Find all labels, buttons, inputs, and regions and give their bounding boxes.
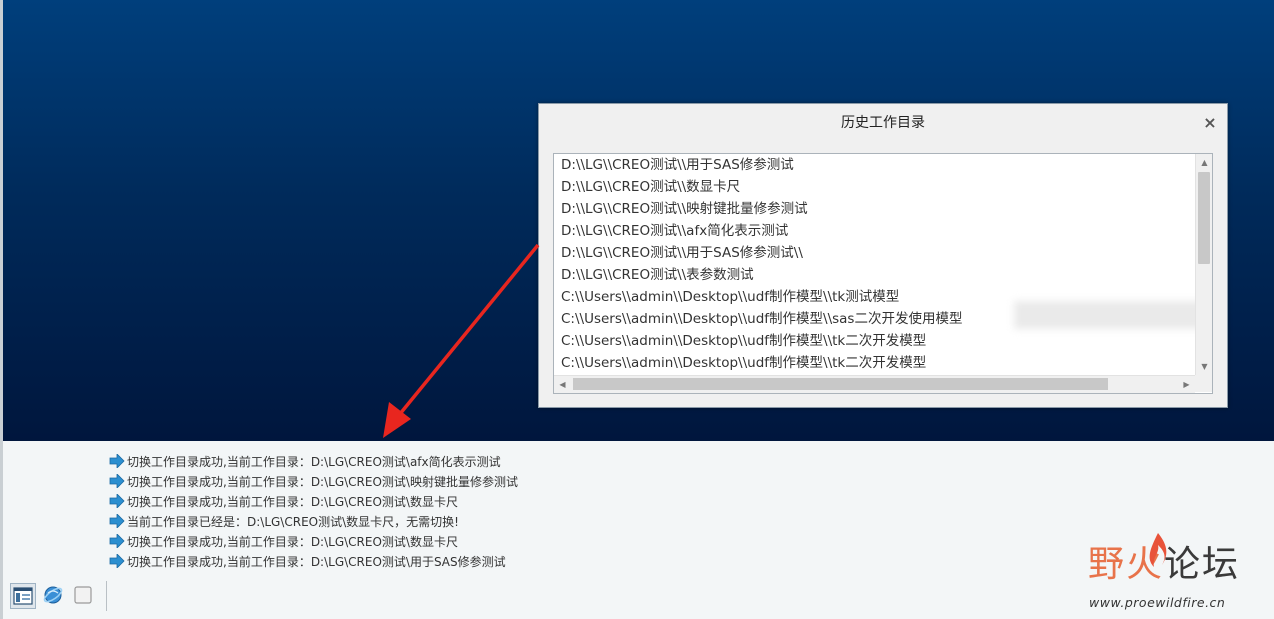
browser-icon[interactable] [41,583,65,607]
horizontal-scrollbar[interactable]: ◀ ▶ [554,375,1195,393]
message-text: 切换工作目录成功,当前工作目录：D:\LG\CREO测试\afx简化表示测试 [127,454,501,469]
list-item[interactable]: C:\\Users\\admin\\Desktop\\udf制作模型\\tk二次… [554,352,1194,374]
watermark-title-part2: 论坛 [1164,544,1241,585]
redaction-blur [1014,301,1204,329]
message-line: 切换工作目录成功,当前工作目录：D:\LG\CREO测试\用于SAS修参测试 [109,551,506,571]
message-text: 切换工作目录成功,当前工作目录：D:\LG\CREO测试\数显卡尺 [127,534,458,549]
info-arrow-icon [109,494,125,508]
info-arrow-icon [109,474,125,488]
list-item[interactable]: D:\\LG\\CREO测试\\表参数测试 [554,264,1194,286]
message-text: 切换工作目录成功,当前工作目录：D:\LG\CREO测试\用于SAS修参测试 [127,554,506,569]
list-item[interactable]: D:\\LG\\CREO测试\\数显卡尺 [554,176,1194,198]
model-tree-toggle-icon[interactable] [10,583,36,609]
horizontal-scroll-thumb[interactable] [573,378,1108,390]
info-arrow-icon [109,554,125,568]
vertical-scrollbar[interactable]: ▲ ▼ [1195,154,1212,375]
message-line: 切换工作目录成功,当前工作目录：D:\LG\CREO测试\映射键批量修参测试 [109,471,518,491]
scroll-corner [1195,375,1212,392]
message-line: 切换工作目录成功,当前工作目录：D:\LG\CREO测试\数显卡尺 [109,531,458,551]
list-item[interactable]: D:\\LG\\CREO测试\\映射键批量修参测试 [554,198,1194,220]
list-item[interactable]: D:\\LG\\CREO测试\\afx简化表示测试 [554,220,1194,242]
info-arrow-icon [109,454,125,468]
message-line: 切换工作目录成功,当前工作目录：D:\LG\CREO测试\afx简化表示测试 [109,451,501,471]
scroll-right-icon[interactable]: ▶ [1178,376,1195,393]
scroll-left-icon[interactable]: ◀ [554,376,571,393]
list-item[interactable]: C:\\Users\\admin\\Desktop\\udf制作模型\\tk二次… [554,330,1194,352]
flame-icon [1149,533,1167,567]
info-arrow-icon [109,514,125,528]
full-screen-icon[interactable] [71,583,95,607]
directory-listbox[interactable]: D:\\LG\\CREO测试\\用于SAS修参测试 D:\\LG\\CREO测试… [553,153,1213,394]
message-text: 切换工作目录成功,当前工作目录：D:\LG\CREO测试\映射键批量修参测试 [127,474,518,489]
watermark-url: www.proewildfire.cn [1089,595,1226,610]
message-area: 切换工作目录成功,当前工作目录：D:\LG\CREO测试\afx简化表示测试 切… [3,441,1274,577]
info-arrow-icon [109,534,125,548]
vertical-scroll-thumb[interactable] [1198,172,1210,264]
list-item[interactable]: D:\\LG\\CREO测试\\用于SAS修参测试\\ [554,242,1194,264]
message-line: 切换工作目录成功,当前工作目录：D:\LG\CREO测试\数显卡尺 [109,491,458,511]
close-icon[interactable]: × [1201,114,1219,132]
message-text: 切换工作目录成功,当前工作目录：D:\LG\CREO测试\数显卡尺 [127,494,458,509]
list-item[interactable]: D:\\LG\\CREO测试\\用于SAS修参测试 [554,154,1194,176]
status-separator [106,581,107,611]
status-bar [3,577,1274,619]
message-line: 当前工作目录已经是：D:\LG\CREO测试\数显卡尺，无需切换! [109,511,459,531]
scroll-up-icon[interactable]: ▲ [1196,154,1212,171]
history-working-directory-dialog: 历史工作目录 × D:\\LG\\CREO测试\\用于SAS修参测试 D:\\L… [538,103,1228,408]
scroll-down-icon[interactable]: ▼ [1196,358,1212,375]
message-text: 当前工作目录已经是：D:\LG\CREO测试\数显卡尺，无需切换! [127,514,459,529]
dialog-title: 历史工作目录 [539,104,1227,142]
watermark-logo: 野火论坛 www.proewildfire.cn [1085,533,1265,615]
